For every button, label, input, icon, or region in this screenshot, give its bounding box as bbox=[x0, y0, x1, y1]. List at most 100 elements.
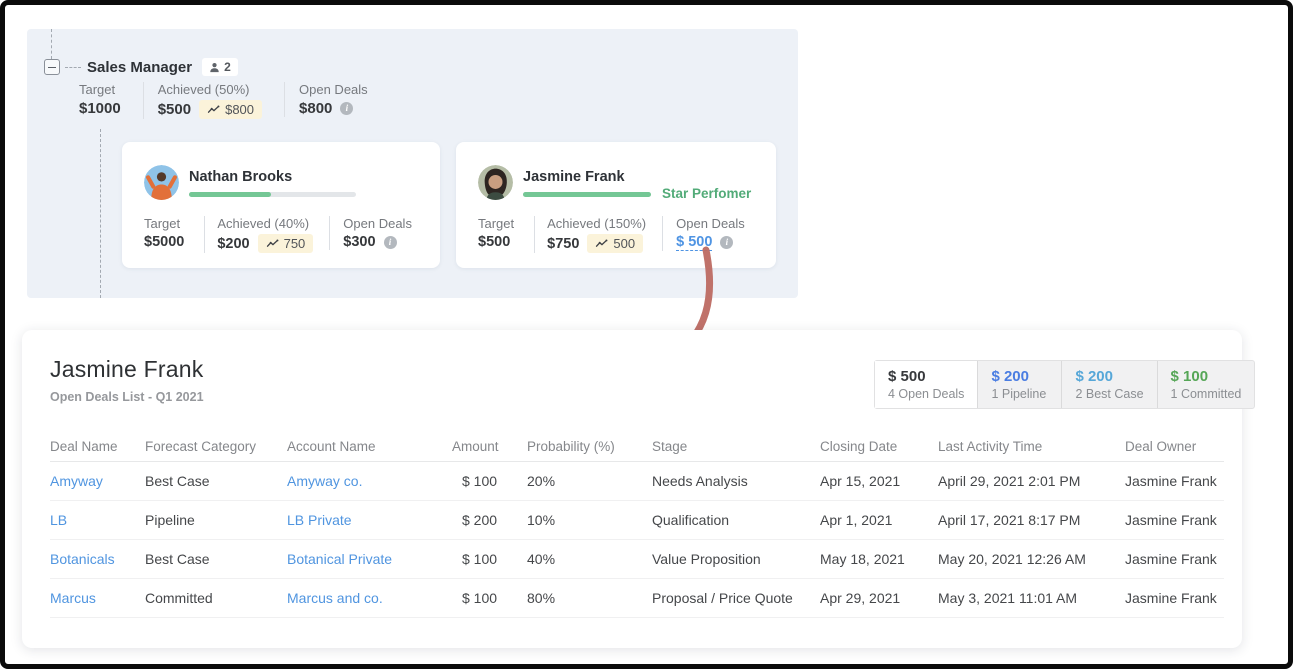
trend-icon bbox=[595, 239, 608, 248]
closing-date-cell: Apr 29, 2021 bbox=[820, 590, 938, 606]
table-row: Botanicals Best Case Botanical Private $… bbox=[50, 540, 1224, 579]
org-root-stats: Target $1000 Achieved (50%) $500 $800 bbox=[79, 82, 368, 119]
open-deals-stat: Open Deals $800 i bbox=[284, 82, 368, 117]
col-header-deal-owner: Deal Owner bbox=[1125, 439, 1224, 454]
achieved-value: $500 bbox=[158, 101, 191, 118]
open-deals-detail-panel: Jasmine Frank Open Deals List - Q1 2021 … bbox=[22, 330, 1242, 648]
summary-open-deals[interactable]: $ 500 4 Open Deals bbox=[875, 361, 977, 408]
stage-cell: Needs Analysis bbox=[652, 473, 820, 489]
target-value: $500 bbox=[478, 234, 510, 250]
person-icon bbox=[209, 62, 220, 73]
rep-name: Jasmine Frank bbox=[523, 169, 625, 185]
info-icon[interactable]: i bbox=[720, 236, 733, 249]
rep-stats: Target $500 Achieved (150%) $750 bbox=[478, 216, 745, 253]
open-deals-stat: Open Deals $300 i bbox=[329, 216, 412, 250]
trend-badge-value: 500 bbox=[613, 236, 635, 251]
tree-collapse-toggle[interactable] bbox=[44, 59, 60, 75]
summary-pipeline[interactable]: $ 200 1 Pipeline bbox=[977, 361, 1061, 408]
last-activity-cell: May 3, 2021 11:01 AM bbox=[938, 590, 1125, 606]
achieved-label: Achieved (40%) bbox=[217, 216, 313, 231]
avatar-jasmine-frank bbox=[478, 165, 513, 200]
achieved-trend-badge: 750 bbox=[258, 234, 314, 253]
info-icon[interactable]: i bbox=[340, 102, 353, 115]
forecast-category-cell: Best Case bbox=[145, 551, 287, 567]
summary-committed[interactable]: $ 100 1 Committed bbox=[1157, 361, 1255, 408]
deal-owner-cell: Jasmine Frank bbox=[1125, 473, 1224, 489]
rep-card-nathan-brooks: Nathan Brooks Target $5000 Achieved (40%… bbox=[122, 142, 440, 268]
last-activity-cell: May 20, 2021 12:26 AM bbox=[938, 551, 1125, 567]
deal-name-link[interactable]: Botanicals bbox=[50, 551, 145, 567]
col-header-deal-name: Deal Name bbox=[50, 439, 145, 454]
account-name-link[interactable]: LB Private bbox=[287, 512, 452, 528]
summary-value: $ 200 bbox=[1075, 368, 1143, 385]
col-header-probability: Probability (%) bbox=[527, 439, 652, 454]
avatar-nathan-brooks bbox=[144, 165, 179, 200]
amount-cell: $ 100 bbox=[452, 590, 527, 606]
summary-value: $ 200 bbox=[991, 368, 1048, 385]
closing-date-cell: May 18, 2021 bbox=[820, 551, 938, 567]
summary-label: 2 Best Case bbox=[1075, 387, 1143, 401]
target-stat: Target $1000 bbox=[79, 82, 143, 117]
last-activity-cell: April 29, 2021 2:01 PM bbox=[938, 473, 1125, 489]
page-title: Jasmine Frank bbox=[50, 356, 203, 383]
summary-best-case[interactable]: $ 200 2 Best Case bbox=[1061, 361, 1156, 408]
trend-icon bbox=[207, 105, 220, 114]
summary-label: 1 Committed bbox=[1171, 387, 1242, 401]
table-row: Marcus Committed Marcus and co. $ 100 80… bbox=[50, 579, 1224, 618]
deal-name-link[interactable]: Marcus bbox=[50, 590, 145, 606]
achievement-progress-fill bbox=[523, 192, 651, 197]
tree-connector-horizontal bbox=[65, 67, 81, 68]
achieved-stat: Achieved (50%) $500 $800 bbox=[143, 82, 284, 119]
achieved-label: Achieved (150%) bbox=[547, 216, 646, 231]
deal-name-link[interactable]: Amyway bbox=[50, 473, 145, 489]
closing-date-cell: Apr 1, 2021 bbox=[820, 512, 938, 528]
trend-badge-value: $800 bbox=[225, 102, 254, 117]
table-row: Amyway Best Case Amyway co. $ 100 20% Ne… bbox=[50, 462, 1224, 501]
target-value: $5000 bbox=[144, 234, 184, 250]
target-stat: Target $5000 bbox=[144, 216, 204, 250]
achieved-trend-badge: $800 bbox=[199, 100, 262, 119]
probability-cell: 10% bbox=[527, 512, 652, 528]
open-deals-label: Open Deals bbox=[676, 216, 745, 231]
probability-cell: 40% bbox=[527, 551, 652, 567]
col-header-closing-date: Closing Date bbox=[820, 439, 938, 454]
trend-icon bbox=[266, 239, 279, 248]
deal-owner-cell: Jasmine Frank bbox=[1125, 551, 1224, 567]
info-icon[interactable]: i bbox=[384, 236, 397, 249]
col-header-stage: Stage bbox=[652, 439, 820, 454]
summary-label: 1 Pipeline bbox=[991, 387, 1048, 401]
open-deals-link[interactable]: $ 500 bbox=[676, 234, 712, 251]
account-name-link[interactable]: Botanical Private bbox=[287, 551, 452, 567]
open-deals-stat: Open Deals $ 500 i bbox=[662, 216, 745, 251]
achieved-value: $750 bbox=[547, 236, 579, 252]
open-deals-label: Open Deals bbox=[299, 82, 368, 97]
org-root-title: Sales Manager bbox=[87, 59, 192, 76]
amount-cell: $ 100 bbox=[452, 551, 527, 567]
deal-owner-cell: Jasmine Frank bbox=[1125, 512, 1224, 528]
trend-badge-value: 750 bbox=[284, 236, 306, 251]
closing-date-cell: Apr 15, 2021 bbox=[820, 473, 938, 489]
achieved-trend-badge: 500 bbox=[587, 234, 643, 253]
stage-cell: Qualification bbox=[652, 512, 820, 528]
member-count: 2 bbox=[224, 60, 231, 74]
deal-name-link[interactable]: LB bbox=[50, 512, 145, 528]
stage-cell: Value Proposition bbox=[652, 551, 820, 567]
summary-label: 4 Open Deals bbox=[888, 387, 964, 401]
amount-cell: $ 100 bbox=[452, 473, 527, 489]
table-header-row: Deal Name Forecast Category Account Name… bbox=[50, 432, 1224, 462]
account-name-link[interactable]: Marcus and co. bbox=[287, 590, 452, 606]
open-deals-label: Open Deals bbox=[343, 216, 412, 231]
probability-cell: 20% bbox=[527, 473, 652, 489]
account-name-link[interactable]: Amyway co. bbox=[287, 473, 452, 489]
col-header-amount: Amount bbox=[452, 439, 527, 454]
tree-connector-vertical bbox=[100, 129, 101, 298]
forecast-category-cell: Best Case bbox=[145, 473, 287, 489]
rep-name: Nathan Brooks bbox=[189, 169, 292, 185]
star-performer-tag: Star Perfomer bbox=[662, 186, 751, 201]
target-label: Target bbox=[144, 216, 184, 231]
target-value: $1000 bbox=[79, 100, 121, 117]
open-deals-value: $300 bbox=[343, 234, 375, 250]
member-count-badge: 2 bbox=[202, 58, 238, 76]
rep-stats: Target $5000 Achieved (40%) $200 bbox=[144, 216, 412, 253]
screenshot-frame: Sales Manager 2 Target $1000 Achieved (5… bbox=[0, 0, 1293, 669]
